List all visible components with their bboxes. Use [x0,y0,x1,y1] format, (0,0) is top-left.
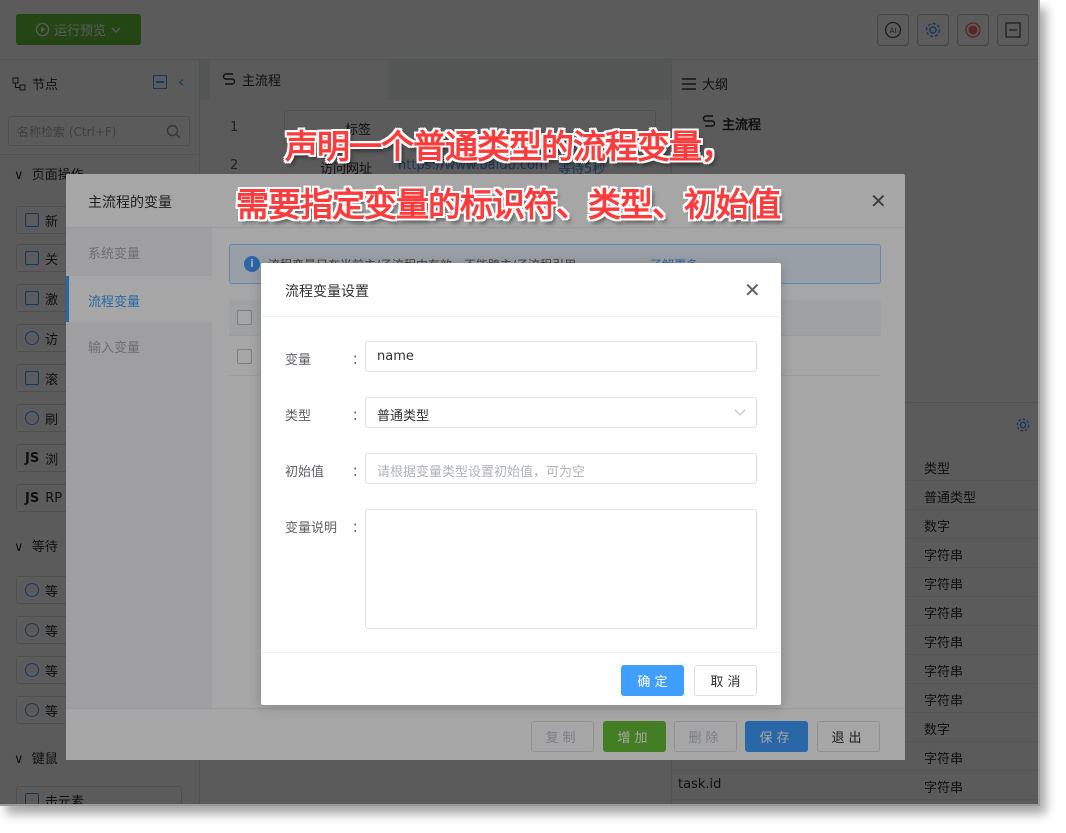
type-select-value: 普通类型 [377,409,430,424]
app-window: 运行预览 AI 节点 ‹ 名称检索 (Ctrl+F) ∨ 页面操作 新 关 激 … [0,0,1040,806]
colon: ： [352,409,366,424]
initial-value-label: 初始值 [285,465,325,480]
cancel-button[interactable]: 取 消 [694,665,757,696]
dialog-title: 流程变量设置 [285,284,369,300]
confirm-button[interactable]: 确 定 [621,665,684,696]
dialog-footer: 确 定 取 消 [261,652,781,705]
close-icon[interactable]: ✕ [744,280,761,300]
description-textarea[interactable] [365,509,757,629]
variable-name-value: name [377,349,414,364]
dialog-header: 流程变量设置 ✕ [261,263,781,317]
colon: ： [352,465,366,480]
variable-name-input[interactable]: name [365,341,757,372]
annotation-line-2: 需要指定变量的标识符、类型、初始值 [236,185,781,224]
chevron-down-icon [734,409,746,416]
description-label: 变量说明 [285,521,338,536]
annotation-line-1: 声明一个普通类型的流程变量， [285,127,734,166]
colon: ： [352,353,366,368]
variable-setting-dialog: 流程变量设置 ✕ 变量 ： name 类型 ： 普通类型 初始值 ： 请根据变量… [261,263,781,705]
colon: ： [352,521,366,536]
initial-value-input[interactable]: 请根据变量类型设置初始值，可为空 [365,453,757,484]
type-select[interactable]: 普通类型 [365,397,757,428]
variable-label: 变量 [285,353,312,368]
initial-value-placeholder: 请根据变量类型设置初始值，可为空 [377,465,586,480]
type-label: 类型 [285,409,312,424]
